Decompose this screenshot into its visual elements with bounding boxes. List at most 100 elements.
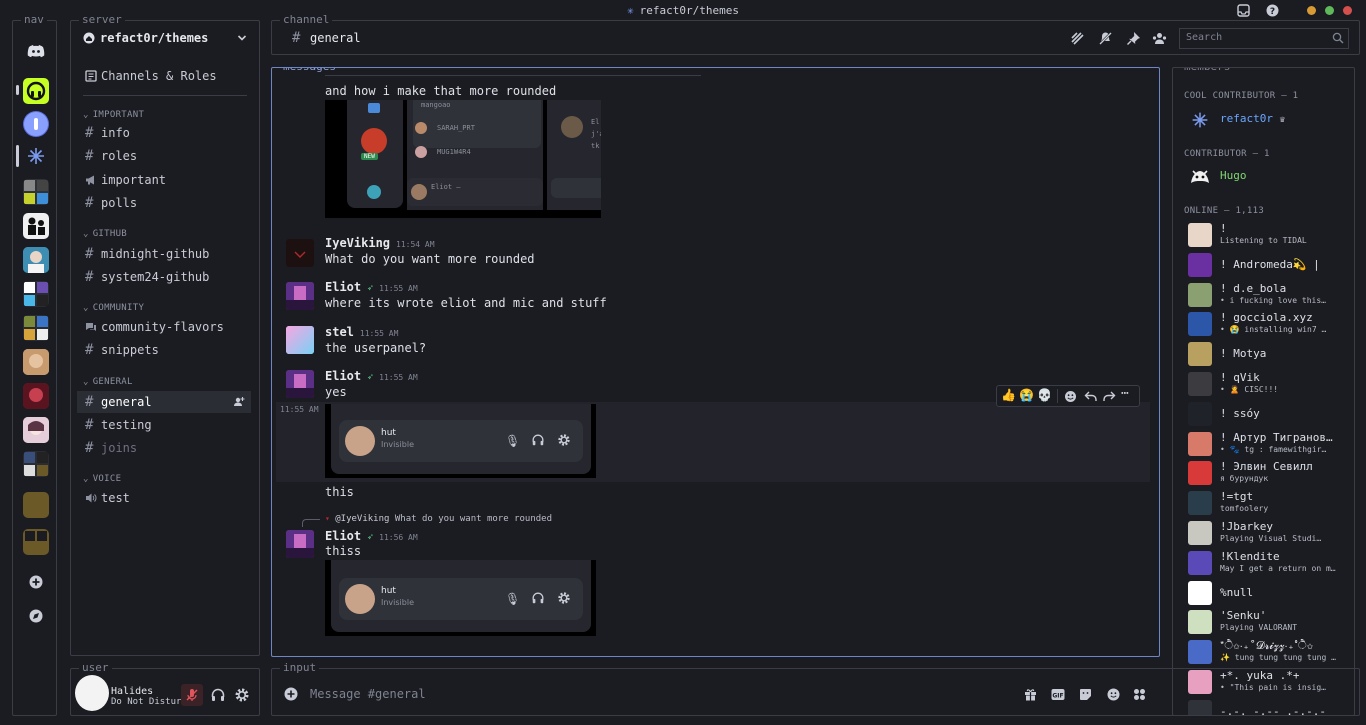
hover-timestamp: 11:55 AM bbox=[280, 405, 319, 414]
member-list-icon[interactable] bbox=[1152, 31, 1167, 46]
discord-home-icon[interactable] bbox=[23, 38, 49, 64]
server-icon-face[interactable] bbox=[23, 349, 49, 375]
reaction-thumbs-up-icon[interactable]: 👍 bbox=[1001, 388, 1016, 402]
member-row[interactable]: !Jbarkey Playing Visual Studi… bbox=[1188, 519, 1348, 547]
member-row[interactable]: ! Motya bbox=[1188, 340, 1348, 368]
message-author[interactable]: stel 11:55 AM bbox=[325, 325, 398, 339]
server-folder-5[interactable] bbox=[23, 492, 49, 518]
channel-system24-github[interactable]: # system24-github bbox=[77, 266, 251, 288]
apps-icon[interactable] bbox=[1133, 688, 1146, 701]
server-folder-2[interactable] bbox=[23, 281, 49, 307]
channel-midnight-github[interactable]: # midnight-github bbox=[77, 243, 251, 265]
add-server-icon[interactable] bbox=[23, 569, 49, 595]
server-icon-blue[interactable] bbox=[23, 111, 49, 137]
member-row[interactable]: ! gocciola.xyz • 😭 installing win7 … bbox=[1188, 310, 1348, 338]
channel-polls[interactable]: # polls bbox=[77, 192, 251, 214]
member-row[interactable]: !Klendite May I get a return on m… bbox=[1188, 549, 1348, 577]
gif-icon[interactable]: GIF bbox=[1051, 688, 1065, 701]
emoji-icon[interactable] bbox=[1107, 688, 1120, 701]
image-attachment[interactable]: hut Invisible 🎙 bbox=[325, 404, 596, 478]
server-icon-avatar-boy[interactable] bbox=[23, 247, 49, 273]
channel-important[interactable]: important bbox=[77, 169, 251, 191]
category-general[interactable]: ⌄ GENERAL bbox=[83, 377, 133, 387]
channel-testing[interactable]: # testing bbox=[77, 414, 251, 436]
search-input[interactable]: Search bbox=[1179, 28, 1349, 49]
inbox-icon[interactable] bbox=[1237, 4, 1250, 17]
member-row[interactable]: 'Senku' Playing VALORANT bbox=[1188, 608, 1348, 636]
message-author[interactable]: Eliot ➶ 11:55 AM bbox=[325, 280, 418, 294]
server-icon-green[interactable] bbox=[23, 78, 49, 104]
category-voice[interactable]: ⌄ VOICE bbox=[83, 474, 121, 484]
add-reaction-icon[interactable] bbox=[1064, 390, 1077, 403]
member-row[interactable]: ! Listening to TIDAL bbox=[1188, 221, 1348, 249]
member-row[interactable]: ! Элвин Севилл я бурундук bbox=[1188, 459, 1348, 487]
member-row[interactable]: ! Andromeda💫 | bbox=[1188, 251, 1348, 279]
gift-icon[interactable] bbox=[1024, 688, 1037, 701]
notifications-muted-icon[interactable] bbox=[1098, 31, 1113, 46]
settings-icon[interactable] bbox=[234, 687, 250, 703]
avatar bbox=[1188, 610, 1212, 634]
reply-preview[interactable]: ▾ @IyeViking What do you want more round… bbox=[325, 514, 552, 524]
add-member-icon[interactable] bbox=[233, 396, 245, 408]
message-input[interactable]: Message #general bbox=[310, 687, 950, 701]
headphones-icon[interactable] bbox=[210, 687, 226, 703]
member-row[interactable]: %null bbox=[1188, 579, 1348, 607]
channel-community-flavors[interactable]: community-flavors bbox=[77, 316, 251, 338]
help-icon[interactable]: ? bbox=[1266, 4, 1279, 17]
member-row[interactable]: ! d.e_bola • i fucking love this… bbox=[1188, 281, 1348, 309]
channel-joins[interactable]: # joins bbox=[77, 437, 251, 459]
channel-general[interactable]: # general bbox=[77, 391, 251, 413]
maximize-button[interactable] bbox=[1325, 6, 1334, 15]
server-icon-red[interactable] bbox=[23, 383, 49, 409]
channel-snippets[interactable]: # snippets bbox=[77, 339, 251, 361]
discover-icon[interactable] bbox=[23, 603, 49, 629]
message-author[interactable]: Eliot ➶ 11:56 AM bbox=[325, 529, 418, 543]
server-folder-3[interactable] bbox=[23, 315, 49, 341]
avatar[interactable] bbox=[286, 282, 314, 310]
pin-icon[interactable] bbox=[1126, 31, 1141, 46]
avatar[interactable] bbox=[286, 530, 314, 558]
member-row[interactable]: ! Артур Тигранов… • 🐾 tg : famewithgir… bbox=[1188, 430, 1348, 458]
channel-roles[interactable]: # roles bbox=[77, 145, 251, 167]
member-row[interactable]: refact0r ♛ bbox=[1188, 106, 1348, 134]
image-attachment[interactable]: NEW mangoao SARAH_PRT MUG1W4R4 Eliot – E… bbox=[325, 100, 601, 218]
reply-icon[interactable] bbox=[1084, 390, 1097, 403]
user-avatar[interactable] bbox=[75, 675, 109, 711]
message-author[interactable]: IyeViking 11:54 AM bbox=[325, 236, 435, 250]
server-folder-4[interactable] bbox=[23, 451, 49, 477]
member-row[interactable]: *ੈ✩‧₊˚𝓓𝓻𝓲𝔃𝔃‧₊˚ੈ✩ ✨ tung tung tung tung … bbox=[1188, 638, 1348, 666]
category-important[interactable]: ⌄ IMPORTANT bbox=[83, 110, 144, 120]
close-button[interactable] bbox=[1343, 6, 1352, 15]
member-row[interactable]: !=tgt tomfoolery bbox=[1188, 489, 1348, 517]
server-icon-people[interactable] bbox=[23, 213, 49, 239]
avatar[interactable] bbox=[286, 239, 314, 267]
server-icon-anime[interactable] bbox=[23, 417, 49, 443]
threads-icon[interactable] bbox=[1070, 31, 1085, 46]
server-header[interactable]: refact0r/themes bbox=[83, 31, 249, 49]
member-row[interactable]: ! ssóy bbox=[1188, 400, 1348, 428]
more-icon[interactable]: ⋯ bbox=[1121, 386, 1129, 401]
channels-roles-link[interactable]: Channels & Roles bbox=[77, 65, 251, 87]
reaction-skull-icon[interactable]: 💀 bbox=[1037, 388, 1052, 402]
channel-info[interactable]: # info bbox=[77, 122, 251, 144]
channel-test-voice[interactable]: test bbox=[77, 487, 251, 509]
avatar[interactable] bbox=[286, 326, 314, 354]
server-icon-refact0r[interactable] bbox=[23, 143, 49, 169]
minimize-button[interactable] bbox=[1307, 6, 1316, 15]
avatar[interactable] bbox=[286, 370, 314, 398]
server-folder-6[interactable] bbox=[23, 529, 49, 555]
message-timestamp: 11:56 AM bbox=[379, 533, 418, 542]
channel-legend: channel bbox=[280, 13, 333, 27]
mute-button[interactable] bbox=[181, 684, 203, 706]
forward-icon[interactable] bbox=[1103, 390, 1116, 403]
message-author[interactable]: Eliot ➶ 11:55 AM bbox=[325, 369, 418, 383]
image-attachment[interactable]: hut Invisible 🎙 bbox=[325, 560, 596, 636]
category-github[interactable]: ⌄ GITHUB bbox=[83, 229, 127, 239]
server-folder-1[interactable] bbox=[23, 179, 49, 205]
reaction-cry-icon[interactable]: 😭 bbox=[1019, 388, 1034, 402]
sticker-icon[interactable] bbox=[1079, 688, 1092, 701]
member-row[interactable]: ! qVik • 🙎 CISC!!! bbox=[1188, 370, 1348, 398]
category-community[interactable]: ⌄ COMMUNITY bbox=[83, 303, 144, 313]
member-row[interactable]: Hugo bbox=[1188, 163, 1348, 191]
attach-plus-icon[interactable] bbox=[284, 687, 298, 701]
